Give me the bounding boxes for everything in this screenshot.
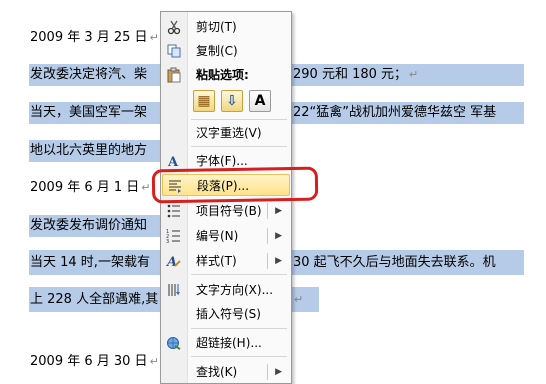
menu-item-styles[interactable]: A 样式(T) ▶	[162, 250, 290, 272]
menu-item-label: 样式(T)	[196, 254, 237, 268]
text-line[interactable]: 上 228 人全部遇难,其	[30, 290, 158, 310]
text-line-tail[interactable]: 290 元和 180 元； ↵	[293, 65, 418, 85]
menu-separator	[191, 328, 287, 329]
merge-format-icon: ⇩	[226, 93, 238, 109]
text-line[interactable]: 2009 年 3 月 25 日 ↵	[30, 28, 159, 48]
menu-item-label: 复制(C)	[196, 44, 238, 58]
text-line-tail[interactable]: 30 起飞不久后与地面失去联系。机	[293, 253, 496, 273]
svg-text:A: A	[166, 255, 177, 269]
menu-item-cut[interactable]: 剪切(T)	[162, 16, 290, 38]
menu-item-label: 剪切(T)	[196, 20, 237, 34]
submenu-divider	[267, 253, 268, 269]
red-annotation-circle	[151, 166, 319, 204]
menu-section-paste-options: 粘贴选项:	[162, 64, 290, 86]
menu-item-text-direction[interactable]: 文字方向(X)...	[162, 279, 290, 301]
menu-separator	[191, 356, 287, 357]
menu-item-insert-symbol[interactable]: 插入符号(S)	[162, 303, 290, 325]
menu-item-label: 查找(K)	[196, 365, 238, 379]
font-icon: A	[166, 153, 182, 170]
paragraph-mark: ↵	[294, 293, 304, 306]
submenu-arrow-icon: ▶	[275, 231, 282, 241]
menu-item-label: 汉字重选(V)	[196, 126, 262, 140]
menu-item-bullets[interactable]: 项目符号(B) ▶	[162, 200, 290, 222]
submenu-arrow-icon: ▶	[275, 206, 282, 216]
clipboard-icon	[166, 67, 182, 83]
menu-item-find[interactable]: 查找(K) ▶	[162, 361, 290, 383]
bullets-icon	[166, 203, 182, 219]
text-line[interactable]: 当天，美国空军一架	[30, 103, 147, 123]
submenu-divider	[267, 228, 268, 244]
menu-separator	[191, 146, 287, 147]
submenu-divider	[267, 203, 268, 219]
menu-item-numbering[interactable]: 123 编号(N) ▶	[162, 225, 290, 247]
menu-item-hyperlink[interactable]: 超链接(H)...	[162, 332, 290, 354]
hyperlink-icon	[166, 335, 182, 351]
menu-item-label: 超链接(H)...	[196, 336, 262, 350]
svg-text:3: 3	[166, 239, 169, 244]
paste-keep-text-only-button[interactable]: A	[249, 90, 271, 112]
text-line[interactable]: 地以北六英里的地方	[30, 141, 147, 161]
menu-item-reconvert[interactable]: 汉字重选(V)	[162, 122, 290, 144]
text-line[interactable]: 2009 年 6 月 1 日 ↵	[30, 178, 151, 198]
scissors-icon	[166, 19, 182, 35]
text-direction-icon	[166, 282, 182, 298]
menu-section-label: 粘贴选项:	[196, 68, 249, 82]
svg-text:A: A	[167, 155, 179, 169]
text-line[interactable]: 当天 14 时,一架载有	[30, 253, 150, 273]
menu-item-label: 插入符号(S)	[196, 307, 261, 321]
styles-icon: A	[165, 253, 182, 270]
menu-separator	[191, 119, 287, 120]
menu-item-label: 编号(N)	[196, 229, 239, 243]
keep-text-only-icon: A	[254, 93, 266, 109]
keep-source-format-icon: ▦	[197, 93, 211, 109]
submenu-arrow-icon: ▶	[275, 256, 282, 266]
paste-merge-format-button[interactable]: ⇩	[221, 90, 243, 112]
numbering-icon: 123	[166, 228, 182, 245]
text-line[interactable]: 发改委决定将汽、柴	[30, 65, 147, 85]
copy-icon	[166, 43, 182, 59]
paste-keep-source-format-button[interactable]: ▦	[193, 90, 215, 112]
submenu-arrow-icon: ▶	[275, 367, 282, 377]
submenu-divider	[267, 364, 268, 380]
menu-separator	[191, 274, 287, 275]
text-line-tail[interactable]: 22“猛禽”战机加州爱德华兹空 军基	[293, 103, 496, 123]
menu-item-copy[interactable]: 复制(C)	[162, 40, 290, 62]
menu-item-label: 项目符号(B)	[196, 204, 262, 218]
text-line[interactable]: 2009 年 6 月 30 日 ↵	[30, 352, 159, 372]
text-line[interactable]: 发改委发布调价通知	[30, 216, 147, 236]
menu-item-label: 文字方向(X)...	[196, 283, 274, 297]
